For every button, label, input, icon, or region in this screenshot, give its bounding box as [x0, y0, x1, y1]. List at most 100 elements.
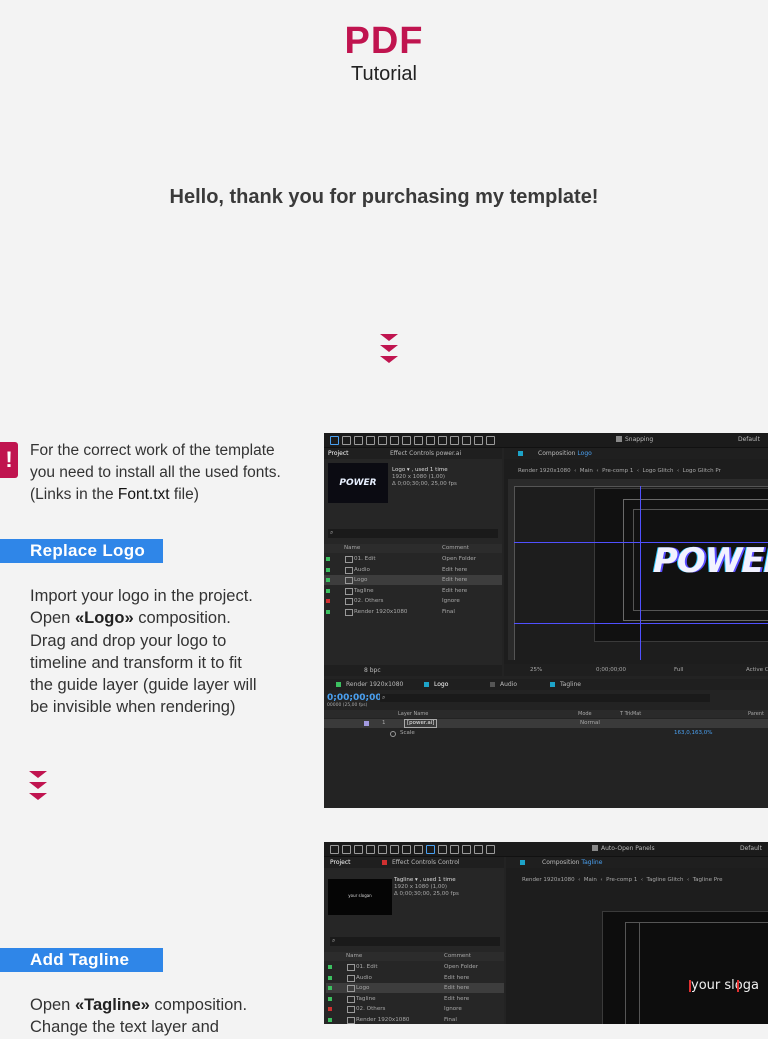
triple-chevron-down-icon	[29, 771, 47, 800]
pan-tool-icon[interactable]	[390, 436, 399, 445]
stopwatch-icon[interactable]	[390, 731, 396, 737]
layer-mode[interactable]: Normal	[580, 719, 600, 728]
puppet-tool-icon[interactable]	[486, 436, 495, 445]
effect-color-swatch	[382, 860, 387, 865]
project-search-input[interactable]: ⌕	[330, 937, 500, 946]
project-item-name: Tagline	[354, 587, 374, 594]
current-time[interactable]: 0;00;00;00	[327, 693, 382, 703]
type-tool-icon[interactable]	[426, 845, 435, 854]
stamp-tool-icon[interactable]	[450, 845, 459, 854]
resolution-select[interactable]: Full	[674, 664, 683, 676]
guide-layer-frame	[625, 922, 768, 1024]
camera-tool-icon[interactable]	[378, 845, 387, 854]
timeline-tab[interactable]: Logo	[434, 681, 448, 688]
layer-name[interactable]: [power.ai]	[404, 719, 438, 728]
timeline-tab[interactable]: Audio	[500, 681, 517, 688]
zoom-tool-icon[interactable]	[354, 436, 363, 445]
project-item[interactable]: Audio Edit here	[324, 565, 502, 575]
ellipse-tool-icon[interactable]	[402, 845, 411, 854]
roto-tool-icon[interactable]	[474, 436, 483, 445]
column-parent[interactable]: Parent	[748, 710, 764, 718]
camera-tool-icon[interactable]	[378, 436, 387, 445]
column-trkmat[interactable]: T TrkMat	[620, 710, 641, 718]
breadcrumb-item[interactable]: Render 1920x1080	[518, 468, 571, 474]
tab-composition[interactable]: Composition Logo	[538, 450, 592, 457]
puppet-tool-icon[interactable]	[486, 845, 495, 854]
auto-open-checkbox[interactable]	[592, 845, 598, 851]
project-item[interactable]: 01. Edit Open Folder	[326, 962, 504, 972]
project-item[interactable]: 01. Edit Open Folder	[324, 554, 502, 564]
hand-tool-icon[interactable]	[342, 436, 351, 445]
project-item[interactable]: 02. Others Ignore	[324, 596, 502, 606]
zoom-select[interactable]: 25%	[530, 664, 542, 676]
breadcrumb-item[interactable]: Logo Glitch Pr	[683, 468, 721, 474]
breadcrumb-item[interactable]: Tagline Pre	[693, 877, 723, 883]
fonts-note-line1: For the correct work of the template	[30, 442, 275, 459]
column-layer-name[interactable]: Layer Name	[398, 710, 428, 718]
rectangle-tool-icon[interactable]	[402, 436, 411, 445]
breadcrumb-item[interactable]: Pre-comp 1	[602, 468, 633, 474]
project-item-name: Logo	[354, 577, 368, 583]
hand-tool-icon[interactable]	[342, 845, 351, 854]
zoom-tool-icon[interactable]	[354, 845, 363, 854]
project-item[interactable]: Render 1920x1080 Final	[324, 607, 502, 617]
pan-tool-icon[interactable]	[390, 845, 399, 854]
eraser-tool-icon[interactable]	[462, 436, 471, 445]
column-comment[interactable]: Comment	[444, 952, 471, 961]
current-time-small[interactable]: 0;00;00;00	[596, 664, 626, 676]
snapping-checkbox[interactable]	[616, 436, 622, 442]
project-item[interactable]: Tagline Edit here	[326, 994, 504, 1004]
breadcrumb-item[interactable]: Render 1920x1080	[522, 877, 575, 883]
tab-effect-controls[interactable]: Effect Controls power.ai	[390, 450, 461, 457]
timeline-tab[interactable]: Tagline	[560, 681, 581, 688]
active-camera-select[interactable]: Active C	[746, 664, 768, 676]
tab-project[interactable]: Project	[330, 859, 351, 866]
breadcrumb-item[interactable]: Main	[584, 877, 597, 883]
rotate-tool-icon[interactable]	[366, 436, 375, 445]
timeline-search-input[interactable]: ⌕	[380, 694, 710, 702]
brush-tool-icon[interactable]	[438, 436, 447, 445]
tab-project[interactable]: Project	[328, 450, 349, 457]
layer-label-color	[364, 721, 369, 726]
breadcrumb-item[interactable]: Logo Glitch	[643, 468, 674, 474]
composition-canvas[interactable]: POWEF	[594, 488, 768, 642]
project-item[interactable]: Render 1920x1080 Final	[326, 1015, 504, 1025]
frame-rate-info: 00000 (25,00 fps)	[327, 703, 368, 708]
scale-value[interactable]: 163,0,163,0%	[674, 729, 712, 738]
tab-composition[interactable]: Composition Tagline	[542, 859, 602, 866]
project-item[interactable]: Logo Edit here	[326, 983, 504, 993]
project-item[interactable]: Tagline Edit here	[324, 586, 502, 596]
project-item-name: Render 1920x1080	[354, 608, 408, 615]
eraser-tool-icon[interactable]	[462, 845, 471, 854]
type-tool-icon[interactable]	[426, 436, 435, 445]
pen-tool-icon[interactable]	[414, 845, 423, 854]
layer-row[interactable]: 1 [power.ai] Normal	[324, 719, 768, 728]
project-item[interactable]: Logo Edit here	[324, 575, 502, 585]
workspace-label[interactable]: Default	[738, 436, 760, 443]
column-name[interactable]: Name	[344, 544, 360, 553]
breadcrumb-item[interactable]: Pre-comp 1	[606, 877, 637, 883]
roto-tool-icon[interactable]	[474, 845, 483, 854]
bpc-label[interactable]: 8 bpc	[364, 667, 381, 674]
workspace-label[interactable]: Default	[740, 845, 762, 852]
timeline-tab[interactable]: Render 1920x1080	[346, 681, 403, 688]
column-mode[interactable]: Mode	[578, 710, 592, 718]
stamp-tool-icon[interactable]	[450, 436, 459, 445]
tab-effect-controls[interactable]: Effect Controls Control	[392, 859, 460, 866]
selection-tool-icon[interactable]	[330, 845, 339, 854]
horizontal-ruler[interactable]	[508, 479, 768, 487]
vertical-ruler[interactable]	[508, 486, 515, 660]
project-item[interactable]: 02. Others Ignore	[326, 1004, 504, 1014]
project-item[interactable]: Audio Edit here	[326, 973, 504, 983]
after-effects-screenshot-logo: Snapping Default Project Effect Controls…	[324, 433, 768, 808]
selection-tool-icon[interactable]	[330, 436, 339, 445]
column-comment[interactable]: Comment	[442, 544, 469, 553]
rotate-tool-icon[interactable]	[366, 845, 375, 854]
brush-tool-icon[interactable]	[438, 845, 447, 854]
breadcrumb-item[interactable]: Main	[580, 468, 593, 474]
composition-canvas[interactable]: your sloga	[602, 911, 768, 1024]
pen-tool-icon[interactable]	[414, 436, 423, 445]
project-search-input[interactable]: ⌕	[328, 529, 498, 538]
breadcrumb-item[interactable]: Tagline Glitch	[647, 877, 684, 883]
column-name[interactable]: Name	[346, 952, 362, 961]
